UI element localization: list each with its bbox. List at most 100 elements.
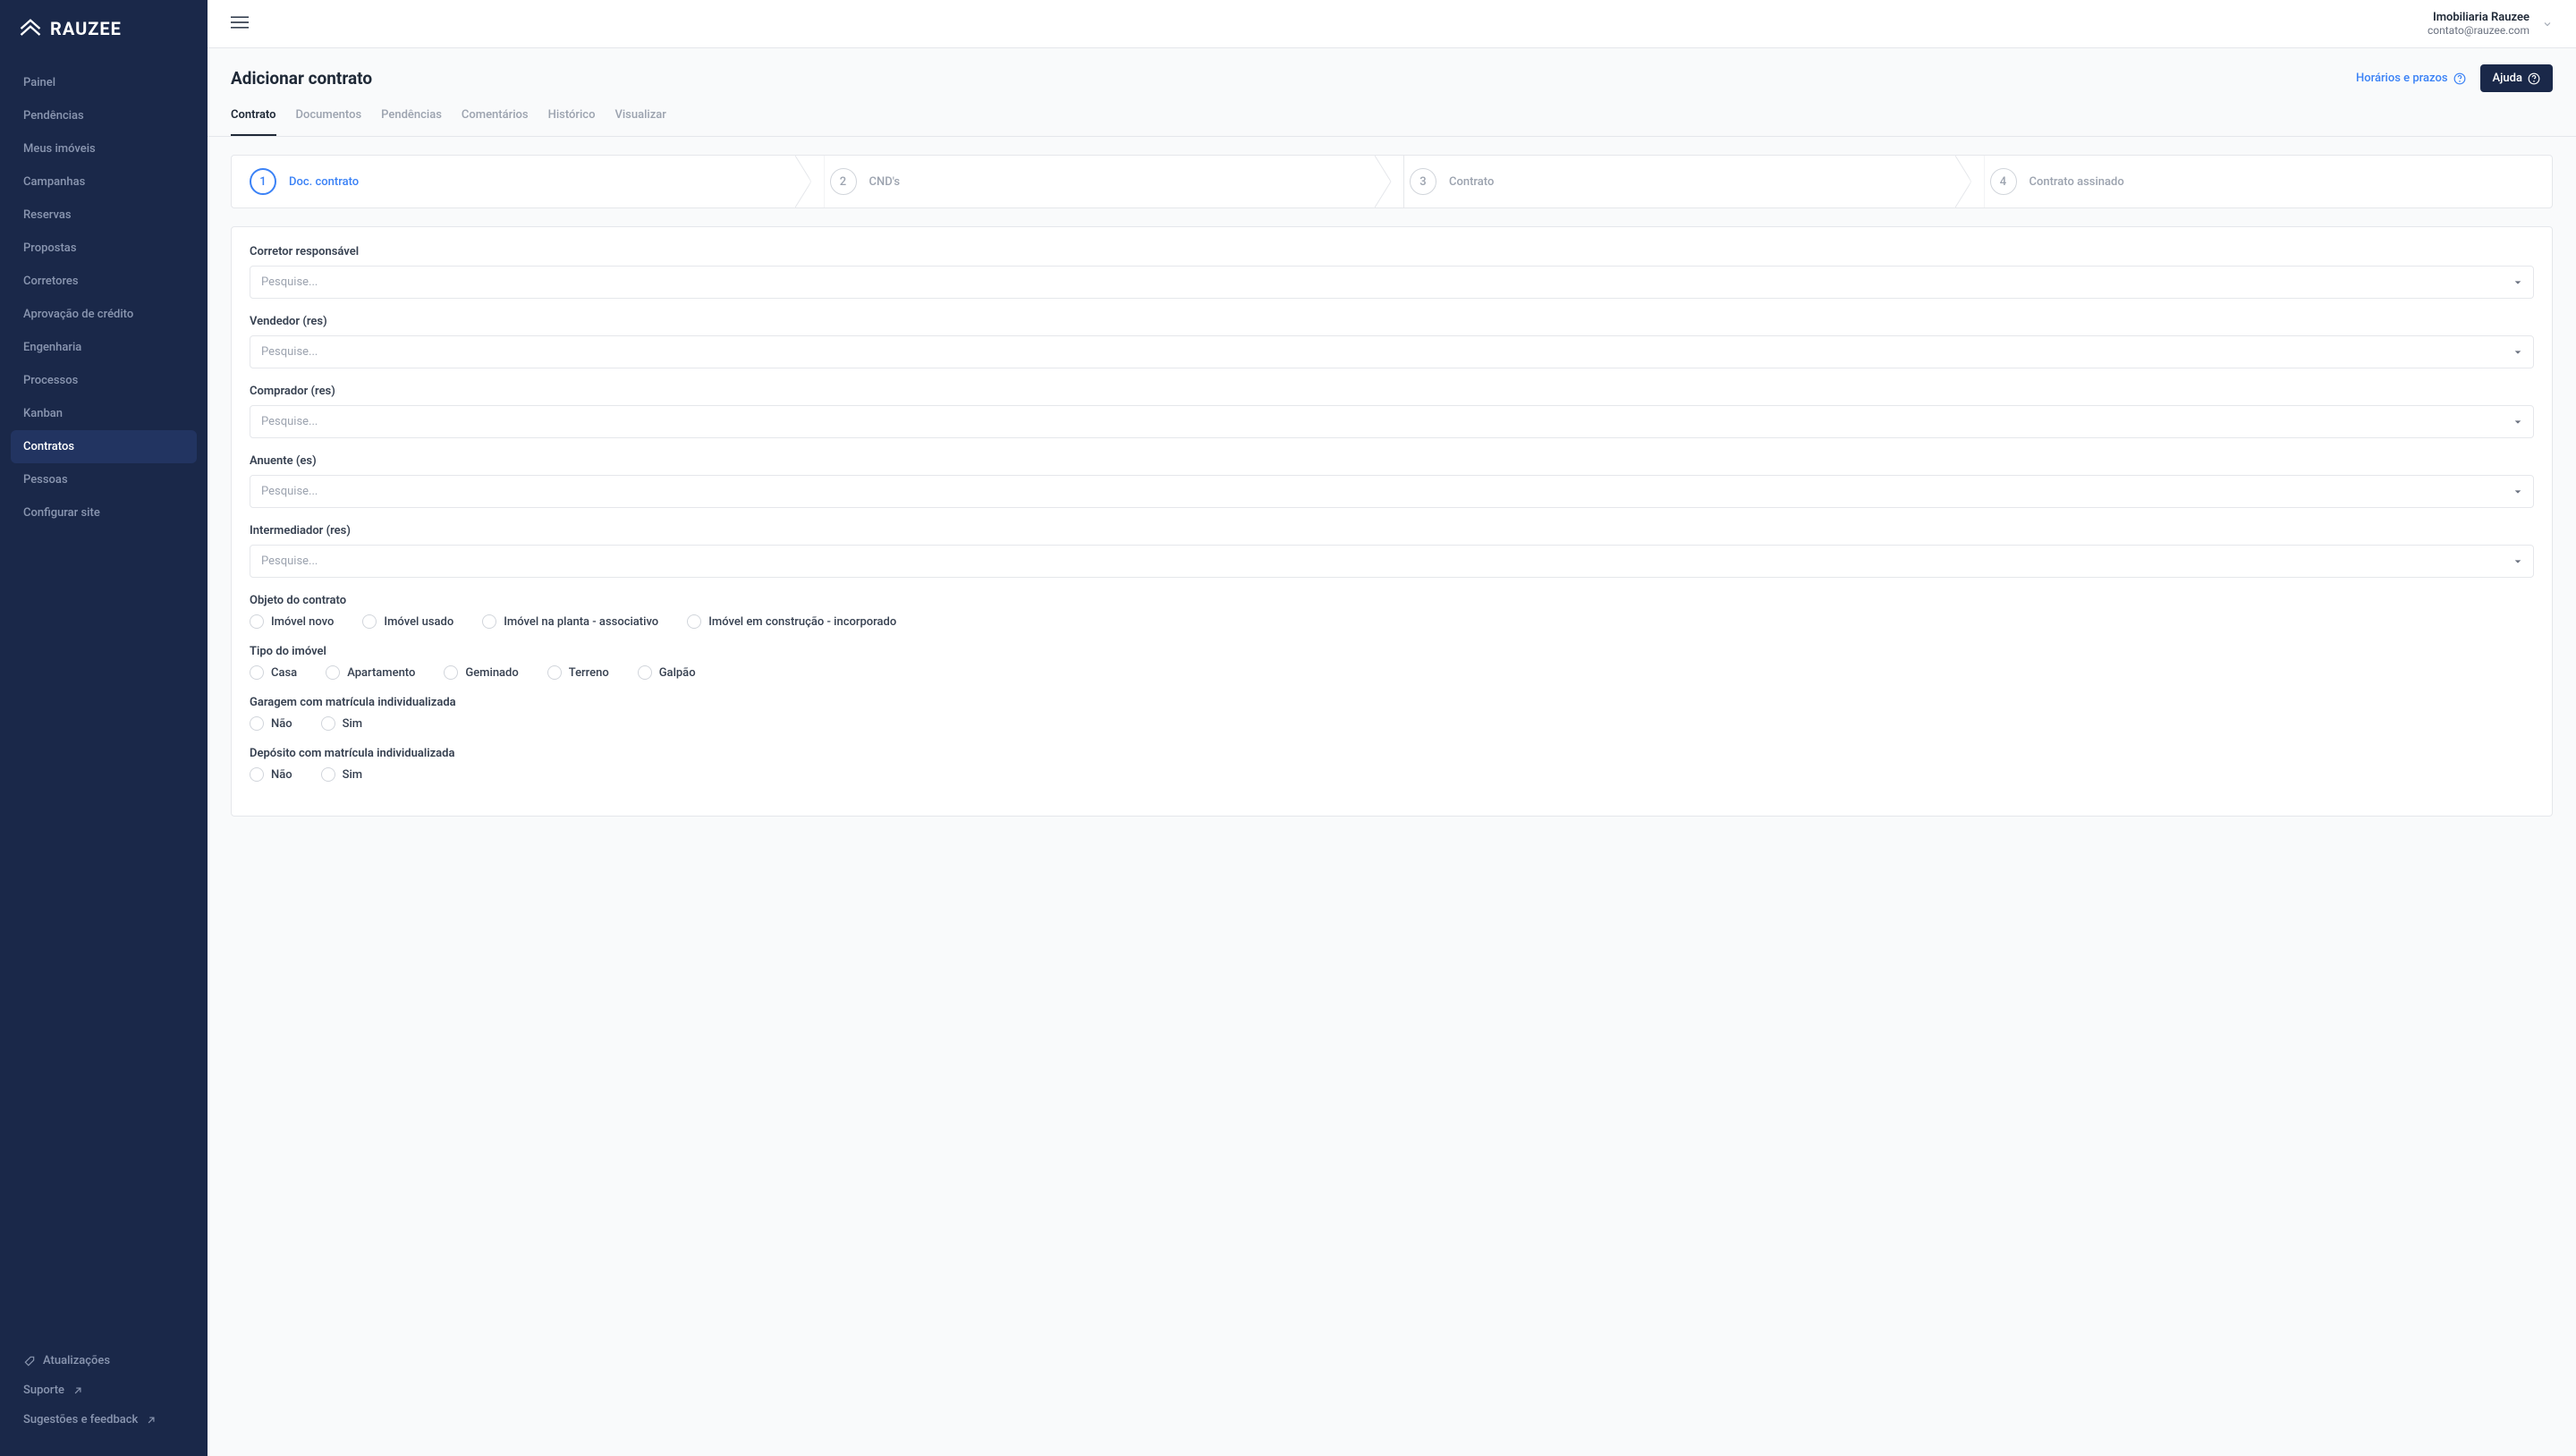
nav-main: Painel Pendências Meus imóveis Campanhas… (0, 57, 208, 1332)
caret-down-icon (2513, 418, 2522, 427)
sidebar-item-pessoas[interactable]: Pessoas (0, 463, 208, 496)
sidebar-item-corretores[interactable]: Corretores (0, 265, 208, 298)
radio-circle-icon (547, 665, 562, 680)
radio-imovel-planta[interactable]: Imóvel na planta - associativo (482, 614, 658, 629)
radio-deposito-sim[interactable]: Sim (321, 767, 363, 782)
help-button[interactable]: Ajuda (2480, 64, 2553, 92)
brand-text: RAUZEE (50, 18, 122, 39)
tab-visualizar[interactable]: Visualizar (614, 108, 665, 136)
field-label: Corretor responsável (250, 245, 2534, 258)
tab-historico[interactable]: Histórico (548, 108, 596, 136)
hamburger-icon (231, 15, 249, 30)
radio-label: Não (271, 717, 292, 731)
page-header: Adicionar contrato Horários e prazos Aju… (208, 48, 2576, 92)
radio-galpao[interactable]: Galpão (638, 665, 696, 680)
radio-imovel-construcao[interactable]: Imóvel em construção - incorporado (687, 614, 896, 629)
tab-documentos[interactable]: Documentos (296, 108, 362, 136)
sidebar-item-engenharia[interactable]: Engenharia (0, 331, 208, 364)
radio-circle-icon (638, 665, 652, 680)
sidebar-item-sugestoes[interactable]: Sugestões e feedback (0, 1405, 208, 1435)
sidebar-item-meus-imoveis[interactable]: Meus imóveis (0, 132, 208, 165)
select-corretor[interactable]: Pesquise... (250, 266, 2534, 299)
radio-group-garagem: Não Sim (250, 716, 2534, 731)
sidebar-item-aprovacao[interactable]: Aprovação de crédito (0, 298, 208, 331)
sidebar-item-reservas[interactable]: Reservas (0, 199, 208, 232)
step-doc-contrato[interactable]: 1 Doc. contrato (232, 156, 812, 207)
field-label: Tipo do imóvel (250, 645, 2534, 658)
sidebar-item-atualizacoes[interactable]: Atualizações (0, 1346, 208, 1376)
sidebar-item-configurar-site[interactable]: Configurar site (0, 496, 208, 529)
select-placeholder: Pesquise... (261, 415, 318, 428)
step-contrato[interactable]: 3 Contrato (1392, 156, 1972, 207)
sidebar-item-contratos[interactable]: Contratos (11, 430, 197, 463)
step-label: CND's (869, 175, 901, 189)
field-vendedor: Vendedor (res) Pesquise... (250, 315, 2534, 368)
sidebar-item-campanhas[interactable]: Campanhas (0, 165, 208, 199)
radio-terreno[interactable]: Terreno (547, 665, 609, 680)
hamburger-button[interactable] (231, 15, 249, 33)
radio-imovel-usado[interactable]: Imóvel usado (362, 614, 453, 629)
radio-circle-icon (687, 614, 701, 629)
sidebar-item-painel[interactable]: Painel (0, 66, 208, 99)
radio-label: Não (271, 768, 292, 782)
radio-group-tipo: Casa Apartamento Geminado Terreno Galpão (250, 665, 2534, 680)
radio-group-objeto: Imóvel novo Imóvel usado Imóvel na plant… (250, 614, 2534, 629)
tab-pendencias[interactable]: Pendências (381, 108, 442, 136)
main: Imobiliaria Rauzee contato@rauzee.com Ad… (208, 0, 2576, 1456)
topbar: Imobiliaria Rauzee contato@rauzee.com (208, 0, 2576, 48)
stepper: 1 Doc. contrato 2 CND's 3 Contrato 4 Con… (231, 155, 2553, 208)
select-placeholder: Pesquise... (261, 485, 318, 498)
radio-geminado[interactable]: Geminado (444, 665, 518, 680)
radio-label: Sim (343, 768, 363, 782)
step-num: 4 (1990, 168, 2017, 195)
select-anuente[interactable]: Pesquise... (250, 475, 2534, 508)
logo[interactable]: RAUZEE (0, 0, 208, 57)
sidebar-bottom-label: Suporte (23, 1384, 64, 1397)
select-vendedor[interactable]: Pesquise... (250, 335, 2534, 368)
caret-down-icon (2513, 278, 2522, 287)
radio-label: Geminado (465, 666, 518, 680)
user-email: contato@rauzee.com (2428, 24, 2529, 37)
sidebar-item-suporte[interactable]: Suporte (0, 1376, 208, 1405)
radio-apartamento[interactable]: Apartamento (326, 665, 415, 680)
radio-deposito-nao[interactable]: Não (250, 767, 292, 782)
help-circle-icon (2528, 72, 2540, 85)
sidebar: RAUZEE Painel Pendências Meus imóveis Ca… (0, 0, 208, 1456)
select-comprador[interactable]: Pesquise... (250, 405, 2534, 438)
user-text: Imobiliaria Rauzee contato@rauzee.com (2428, 11, 2529, 37)
radio-group-deposito: Não Sim (250, 767, 2534, 782)
radio-casa[interactable]: Casa (250, 665, 297, 680)
radio-label: Sim (343, 717, 363, 731)
field-label: Vendedor (res) (250, 315, 2534, 328)
select-placeholder: Pesquise... (261, 275, 318, 289)
field-intermediador: Intermediador (res) Pesquise... (250, 524, 2534, 578)
caret-down-icon (2513, 487, 2522, 496)
tab-contrato[interactable]: Contrato (231, 108, 276, 136)
step-cnds[interactable]: 2 CND's (812, 156, 1393, 207)
user-menu[interactable]: Imobiliaria Rauzee contato@rauzee.com (2428, 11, 2553, 37)
radio-label: Casa (271, 666, 297, 680)
sidebar-item-propostas[interactable]: Propostas (0, 232, 208, 265)
step-contrato-assinado[interactable]: 4 Contrato assinado (1972, 156, 2553, 207)
radio-garagem-nao[interactable]: Não (250, 716, 292, 731)
logo-icon (18, 16, 43, 41)
caret-down-icon (2513, 348, 2522, 357)
radio-circle-icon (326, 665, 340, 680)
chevron-down-icon (2542, 19, 2553, 30)
radio-garagem-sim[interactable]: Sim (321, 716, 363, 731)
sidebar-item-pendencias[interactable]: Pendências (0, 99, 208, 132)
step-label: Doc. contrato (289, 175, 359, 189)
sidebar-item-processos[interactable]: Processos (0, 364, 208, 397)
sidebar-bottom-label: Sugestões e feedback (23, 1413, 138, 1426)
tab-comentarios[interactable]: Comentários (462, 108, 529, 136)
select-intermediador[interactable]: Pesquise... (250, 545, 2534, 578)
field-anuente: Anuente (es) Pesquise... (250, 454, 2534, 508)
schedule-link[interactable]: Horários e prazos (2356, 72, 2466, 85)
sidebar-bottom-label: Atualizações (43, 1354, 110, 1367)
radio-imovel-novo[interactable]: Imóvel novo (250, 614, 334, 629)
external-link-icon (145, 1414, 157, 1426)
field-label: Intermediador (res) (250, 524, 2534, 538)
sidebar-item-kanban[interactable]: Kanban (0, 397, 208, 430)
select-placeholder: Pesquise... (261, 554, 318, 568)
caret-down-icon (2513, 557, 2522, 566)
